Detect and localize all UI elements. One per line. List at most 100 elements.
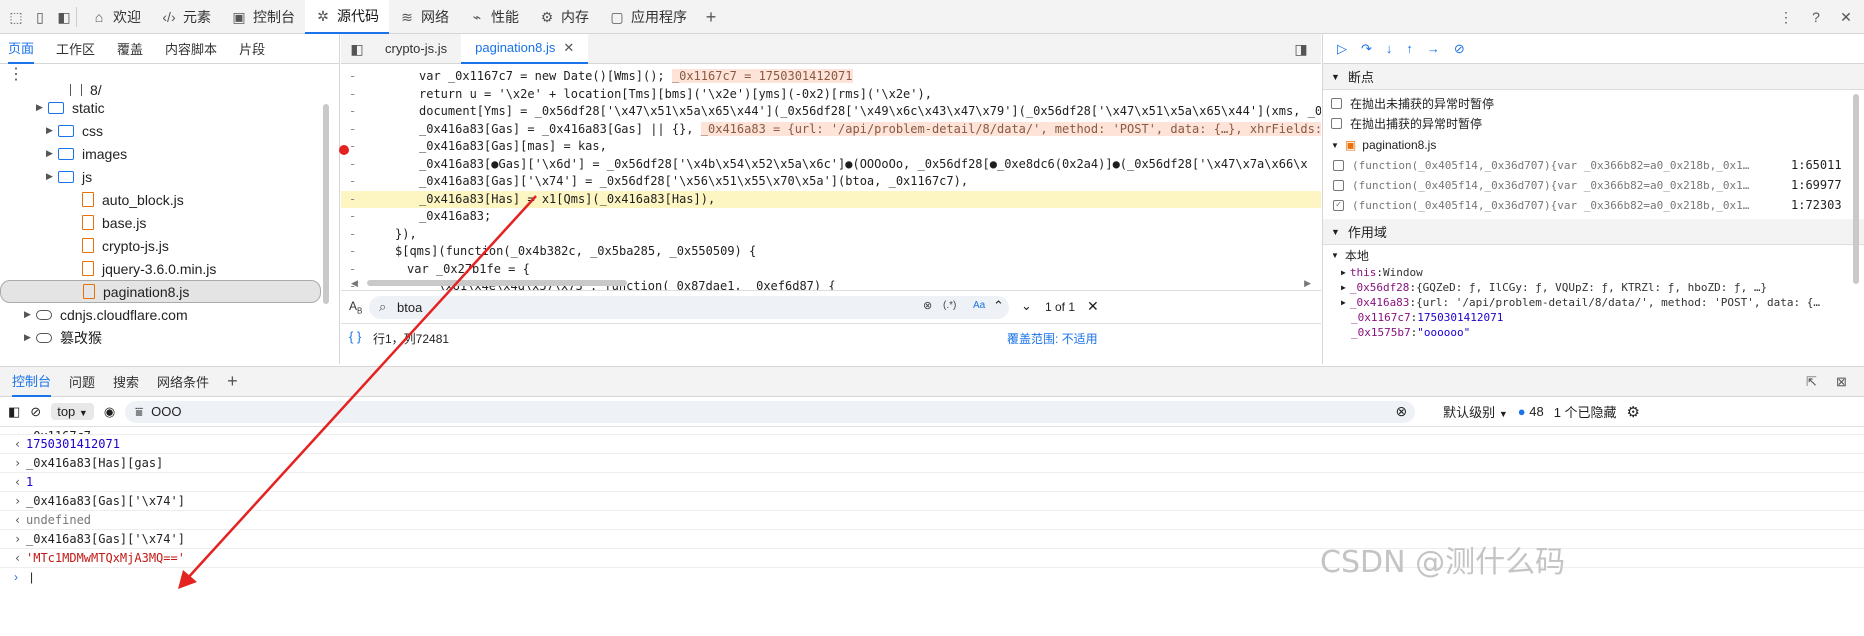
code-line[interactable]: - return u = '\x2e' + location[Tms][bms](… xyxy=(341,86,1321,104)
code-line[interactable]: - _0x416a83[Gas]['\x74'] = _0x56df28['\x5… xyxy=(341,173,1321,191)
sidebar-toggle-icon[interactable]: ◧ xyxy=(8,404,20,420)
step-icon[interactable]: → xyxy=(1427,41,1440,56)
tree-folder-js[interactable]: ▶ js xyxy=(0,165,339,188)
console-line[interactable]: ‹ 1 xyxy=(0,473,1864,492)
editor-tab-pagination8[interactable]: pagination8.js ✕ xyxy=(461,33,589,64)
console-line[interactable]: › _0x416a83[Gas]['\x74'] xyxy=(0,492,1864,511)
drawer-tab-network-conditions[interactable]: 网络条件 xyxy=(157,367,209,397)
line-gutter[interactable]: - xyxy=(349,243,379,261)
clear-filter-icon[interactable]: ⊗ xyxy=(1395,403,1407,420)
line-gutter[interactable]: - xyxy=(349,208,379,226)
drawer-tab-search[interactable]: 搜索 xyxy=(113,367,139,397)
console-output[interactable]: ‹ _0x1167c7 ‹ 1750301412071 › _0x416a83[Has][… xyxy=(0,427,1864,568)
match-case-icon[interactable]: AB xyxy=(349,299,362,315)
code-line[interactable]: - _0x416a83[●Gas]['\x6d'] = _0x56df28['\x… xyxy=(341,156,1321,174)
line-gutter[interactable]: - xyxy=(349,173,379,191)
breakpoint-checkbox[interactable] xyxy=(1333,179,1344,191)
live-expression-eye-icon[interactable]: ◉ xyxy=(104,404,115,420)
console-filter-input[interactable]: ⩸ OOO ⊗ xyxy=(125,400,1416,423)
scope-variable[interactable]: ▶ this: Window xyxy=(1323,265,1864,280)
breakpoint-item[interactable]: (function(_0x405f14,_0x36d707){var _0x36… xyxy=(1323,155,1864,175)
breakpoint-checkbox[interactable]: ✓ xyxy=(1333,199,1344,211)
console-line[interactable]: › _0x416a83[Gas]['\x74'] xyxy=(0,530,1864,549)
tree-domain-cdnjs[interactable]: ▶ cdnjs.cloudflare.com xyxy=(0,303,339,326)
tab-sources[interactable]: ✲ 源代码 xyxy=(305,0,389,34)
line-gutter[interactable]: - xyxy=(349,86,379,104)
breakpoints-header[interactable]: ▼ 断点 xyxy=(1323,64,1864,90)
coverage-label[interactable]: 覆盖范围: 不适用 xyxy=(1007,330,1098,347)
step-over-icon[interactable]: ↷ xyxy=(1361,41,1372,57)
tree-file-base[interactable]: base.js xyxy=(0,211,339,234)
line-gutter[interactable]: - xyxy=(349,68,379,86)
search-input[interactable]: ⌕ btoa ⊗ (.*) Aa xyxy=(369,296,1009,319)
console-line[interactable]: ‹ 1750301412071 xyxy=(0,435,1864,454)
pretty-print-icon[interactable]: { } xyxy=(349,329,361,344)
tree-file-auto-block[interactable]: auto_block.js xyxy=(0,188,339,211)
code-line[interactable]: -}), xyxy=(341,226,1321,244)
tree-file-pagination8[interactable]: pagination8.js xyxy=(0,280,321,303)
line-gutter[interactable]: - xyxy=(349,121,379,139)
line-gutter[interactable]: - xyxy=(349,261,379,279)
add-drawer-tab-icon[interactable]: + xyxy=(227,371,238,392)
console-settings-gear-icon[interactable]: ⚙ xyxy=(1627,403,1640,421)
tree-folder-static[interactable]: ▶ static xyxy=(0,96,339,119)
close-tab-icon[interactable]: ✕ xyxy=(563,40,574,56)
checkbox[interactable] xyxy=(1331,117,1342,129)
checkbox[interactable] xyxy=(1331,97,1342,109)
code-line[interactable]: - $[qms](function(_0x4b382c, _0x5ba285, _… xyxy=(341,243,1321,261)
tab-welcome[interactable]: ⌂ 欢迎 xyxy=(81,0,151,34)
code-line[interactable]: - var _0x1167c7 = new Date()[Wms](); _0x1… xyxy=(341,68,1321,86)
help-icon[interactable]: ? xyxy=(1808,9,1824,25)
console-line[interactable]: ‹ _0x1167c7 xyxy=(0,427,1864,435)
step-out-icon[interactable]: ↑ xyxy=(1406,41,1413,56)
regex-icon[interactable]: (.*) xyxy=(943,300,956,311)
navigator-scrollbar[interactable] xyxy=(323,104,329,304)
breakpoint-checkbox[interactable] xyxy=(1333,159,1344,171)
line-gutter[interactable]: - xyxy=(349,156,379,174)
more-options-icon[interactable]: ⋮ xyxy=(1778,9,1794,25)
breakpoint-file[interactable]: ▼ ▣ pagination8.js xyxy=(1323,135,1864,155)
toggle-navigator-icon[interactable]: ◧ xyxy=(349,41,365,57)
code-line[interactable]: - var _0x27b1fe = { xyxy=(341,261,1321,279)
navtab-page[interactable]: 页面 xyxy=(8,34,35,64)
tree-folder-images[interactable]: ▶ images xyxy=(0,142,339,165)
scope-header[interactable]: ▼ 作用域 xyxy=(1323,219,1864,245)
context-selector[interactable]: top ▼ xyxy=(51,403,94,420)
issues-counter[interactable]: ● 48 xyxy=(1518,404,1544,419)
console-line[interactable]: › _0x416a83[Has][gas] xyxy=(0,454,1864,473)
tab-console[interactable]: ▣ 控制台 xyxy=(221,0,305,34)
console-line[interactable]: ‹ 'MTc1MDMwMTQxMjA3MQ==' xyxy=(0,549,1864,568)
dock-drawer-icon[interactable]: ⇱ xyxy=(1806,374,1817,390)
navtab-overrides[interactable]: 覆盖 xyxy=(117,34,143,64)
tab-performance[interactable]: ⌁ 性能 xyxy=(459,0,529,34)
debugger-scrollbar[interactable] xyxy=(1853,94,1859,284)
navtab-content-scripts[interactable]: 内容脚本 xyxy=(165,34,217,64)
drawer-tab-issues[interactable]: 问题 xyxy=(69,367,95,397)
dock-side-icon[interactable]: ◧ xyxy=(56,9,72,25)
device-toolbar-icon[interactable]: ▯ xyxy=(32,9,48,25)
drawer-tab-console[interactable]: 控制台 xyxy=(12,367,52,397)
console-line[interactable]: ‹ undefined xyxy=(0,511,1864,530)
tree-file-crypto[interactable]: crypto-js.js xyxy=(0,234,339,257)
navtab-workspace[interactable]: 工作区 xyxy=(56,34,95,64)
scope-variable[interactable]: ▶ _0x416a83: {url: '/api/problem-detail/8… xyxy=(1323,295,1864,310)
horizontal-scrollbar[interactable]: ◀ ▶ xyxy=(351,278,1311,288)
scope-variable[interactable]: _0x1575b7: "oooooo" xyxy=(1323,325,1864,340)
deactivate-breakpoints-icon[interactable]: ⊘ xyxy=(1454,41,1465,57)
add-tab-icon[interactable]: + xyxy=(703,8,719,26)
breakpoint-item[interactable]: ✓ (function(_0x405f14,_0x36d707){var _0x3… xyxy=(1323,195,1864,215)
resume-icon[interactable]: ▷ xyxy=(1337,41,1347,57)
close-drawer-icon[interactable]: ⊠ xyxy=(1836,374,1847,390)
tree-file-jquery[interactable]: jquery-3.6.0.min.js xyxy=(0,257,339,280)
step-into-icon[interactable]: ↓ xyxy=(1386,41,1393,56)
close-search-icon[interactable]: ✕ xyxy=(1087,298,1099,315)
tab-application[interactable]: ▢ 应用程序 xyxy=(599,0,697,34)
line-gutter[interactable]: - xyxy=(349,138,379,156)
code-line[interactable]: - _0x416a83[Has] = x1[Qms](_0x416a83[Has]… xyxy=(341,190,1321,208)
console-prompt[interactable]: › | xyxy=(0,568,1864,587)
code-line[interactable]: - document[Yms] = _0x56df28['\x47\x51\x5a… xyxy=(341,103,1321,121)
code-line[interactable]: - _0x416a83[Gas][mas] = kas, xyxy=(341,138,1321,156)
next-match-icon[interactable]: ⌄ xyxy=(1021,298,1032,314)
tree-folder-css[interactable]: ▶ css xyxy=(0,119,339,142)
tab-network[interactable]: ≋ 网络 xyxy=(389,0,459,34)
